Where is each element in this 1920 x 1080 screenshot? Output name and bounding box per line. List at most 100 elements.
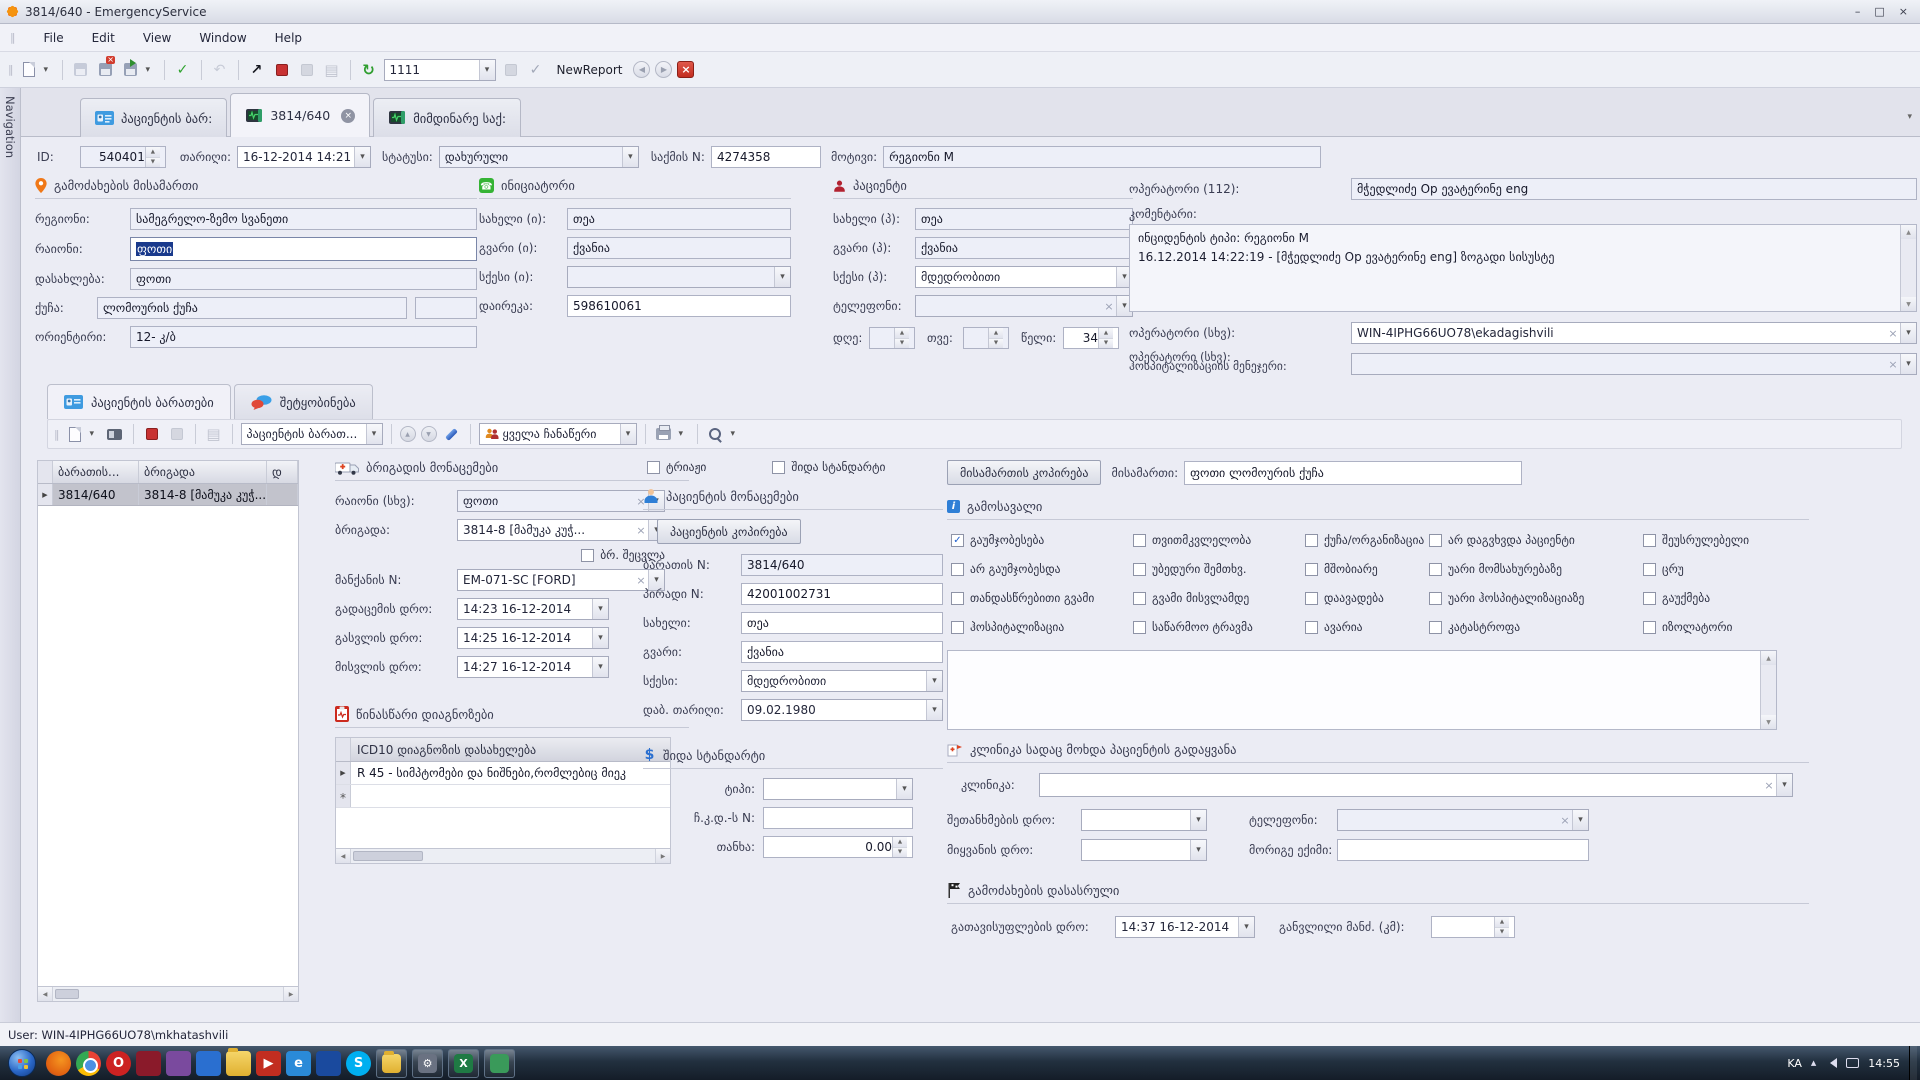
outcome-checkbox[interactable]: მშობიარე — [1305, 558, 1429, 580]
day-field[interactable] — [869, 327, 915, 349]
chevron-down-icon[interactable] — [366, 424, 382, 444]
diagnoses-hscrollbar[interactable] — [336, 848, 670, 863]
outcome-checkbox[interactable]: უარი მომსახურებაზე — [1429, 558, 1643, 580]
year-spinner[interactable] — [1098, 328, 1113, 348]
initiator-surname-field[interactable]: ქვანია — [567, 237, 791, 259]
outcome-checkbox[interactable]: უბედური შემთხვ. — [1133, 558, 1305, 580]
new-document-dropdown[interactable] — [44, 65, 54, 75]
copy-patient-button[interactable]: პაციენტის კოპირება — [657, 519, 801, 544]
street-field[interactable]: ლომოურის ქუჩა — [97, 297, 407, 319]
menu-edit[interactable]: Edit — [92, 31, 115, 45]
chevron-down-icon[interactable] — [592, 628, 608, 648]
settings-window-button[interactable]: ⚙ — [412, 1049, 443, 1078]
standard-number-field[interactable] — [763, 807, 913, 829]
chevron-down-icon[interactable] — [926, 700, 942, 720]
amount-spinner[interactable] — [892, 837, 907, 857]
chevron-down-icon[interactable] — [1190, 840, 1206, 860]
save-export-dropdown[interactable] — [146, 65, 156, 75]
chevron-down-icon[interactable] — [926, 671, 942, 691]
tray-expand-icon[interactable] — [1811, 1059, 1816, 1067]
office-window-button[interactable] — [484, 1049, 515, 1078]
volume-icon[interactable] — [1825, 1058, 1837, 1068]
amount-field[interactable]: 0.00 — [763, 836, 913, 858]
chevron-down-icon[interactable] — [896, 779, 912, 799]
table-row[interactable]: R 45 - სიმპტომები და ნიშნები,რომლებიც მი… — [336, 762, 670, 785]
save-button[interactable] — [71, 60, 91, 80]
address-field[interactable]: ფოთი ლომოურის ქუჩა — [1184, 461, 1522, 485]
column-header[interactable]: ICD10 დიაგნოზის დასახელება — [351, 738, 542, 761]
new-record-dropdown[interactable] — [90, 429, 100, 439]
hospitalization-manager-field[interactable] — [1351, 353, 1917, 375]
sex-field[interactable]: მდედრობითი — [741, 670, 943, 692]
id-spinner[interactable] — [145, 147, 160, 167]
clear-icon[interactable] — [1886, 327, 1900, 340]
show-desktop-button[interactable] — [1909, 1046, 1917, 1080]
chevron-down-icon[interactable] — [1776, 774, 1792, 796]
scroll-right-icon[interactable] — [283, 987, 298, 1001]
date-field[interactable]: 16-12-2014 14:21 — [237, 146, 371, 168]
clear-icon[interactable] — [1102, 300, 1116, 313]
stop-record-button[interactable] — [142, 424, 162, 444]
close-button[interactable] — [1899, 5, 1908, 18]
tab-card-3814-640[interactable]: 3814/640 — [230, 93, 370, 137]
grid-hscrollbar[interactable] — [38, 986, 298, 1001]
outcome-checkbox[interactable]: იზოლატორი — [1643, 616, 1809, 638]
menu-file[interactable]: File — [44, 31, 64, 45]
outcome-checkbox[interactable]: გაუქმება — [1643, 587, 1809, 609]
agreement-time-field[interactable] — [1081, 809, 1207, 831]
scroll-left-icon[interactable] — [336, 849, 351, 863]
app-blue-icon[interactable] — [196, 1051, 221, 1076]
month-spinner[interactable] — [988, 328, 1003, 348]
copy-address-button[interactable]: მისამართის კოპირება — [947, 460, 1101, 485]
chevron-down-icon[interactable] — [1572, 810, 1588, 830]
status-field[interactable]: დახურული — [439, 146, 639, 168]
save-close-button[interactable] — [96, 60, 116, 80]
stop-alt-button[interactable] — [297, 60, 317, 80]
card-number-combo[interactable]: 1111 — [384, 59, 496, 81]
chevron-down-icon[interactable] — [622, 147, 638, 167]
name-field[interactable]: თეა — [741, 612, 943, 634]
distance-field[interactable] — [1431, 916, 1515, 938]
opera-icon[interactable]: O — [106, 1051, 131, 1076]
maximize-button[interactable] — [1874, 5, 1884, 18]
outcome-checkbox[interactable]: დაავადება — [1305, 587, 1429, 609]
app-blue2-icon[interactable] — [316, 1051, 341, 1076]
search-button[interactable] — [706, 424, 726, 444]
menu-view[interactable]: View — [143, 31, 171, 45]
outcome-checkbox[interactable]: გაუმჯობესება — [951, 529, 1133, 551]
year-field[interactable]: 34 — [1063, 327, 1119, 349]
case-number-field[interactable]: 4274358 — [711, 146, 821, 168]
tab-patient-cards[interactable]: პაციენტის ბარ: — [80, 98, 227, 137]
arrival-time-field[interactable]: 14:27 16-12-2014 — [457, 656, 609, 678]
card-view-button[interactable] — [105, 424, 125, 444]
print-dropdown[interactable] — [679, 429, 689, 439]
folder-icon[interactable] — [226, 1051, 251, 1076]
patient-surname-field[interactable]: ქვანია — [915, 237, 1133, 259]
street-extra-field[interactable] — [415, 297, 477, 319]
attach-button[interactable] — [501, 60, 521, 80]
stop-button[interactable] — [272, 60, 292, 80]
menu-window[interactable]: Window — [199, 31, 246, 45]
landmark-field[interactable]: 12- კ/ბ — [130, 326, 477, 348]
app-red-icon[interactable] — [136, 1051, 161, 1076]
chevron-down-icon[interactable] — [774, 267, 790, 287]
chevron-down-icon[interactable] — [1900, 323, 1916, 343]
outcome-checkbox[interactable]: ქუჩა/ორგანიზაცია — [1305, 529, 1429, 551]
region-field[interactable]: სამეგრელო-ზემო სვანეთი — [130, 208, 477, 230]
outcome-checkbox[interactable]: უარი ჰოსპიტალიზაციაზე — [1429, 587, 1643, 609]
chevron-down-icon[interactable] — [592, 599, 608, 619]
brigade-field[interactable]: 3814-8 [მამუკა კუჭ... — [457, 519, 665, 541]
departure-time-field[interactable]: 14:25 16-12-2014 — [457, 627, 609, 649]
standard-type-field[interactable] — [763, 778, 913, 800]
chrome-icon[interactable] — [76, 1051, 101, 1076]
chevron-down-icon[interactable] — [1238, 917, 1254, 937]
release-time-field[interactable]: 14:37 16-12-2014 — [1115, 916, 1255, 938]
outcome-checkbox[interactable]: ცრუ — [1643, 558, 1809, 580]
undo-button[interactable] — [210, 60, 230, 80]
clinic-field[interactable] — [1039, 773, 1793, 797]
operator-ssd-field[interactable]: WIN-4IPHG66UO78\ekadagishvili — [1351, 322, 1917, 344]
district-field[interactable]: ფოთი — [130, 237, 477, 261]
refresh-button[interactable] — [359, 60, 379, 80]
close-card-button[interactable] — [677, 61, 694, 78]
initiator-sex-field[interactable] — [567, 266, 791, 288]
